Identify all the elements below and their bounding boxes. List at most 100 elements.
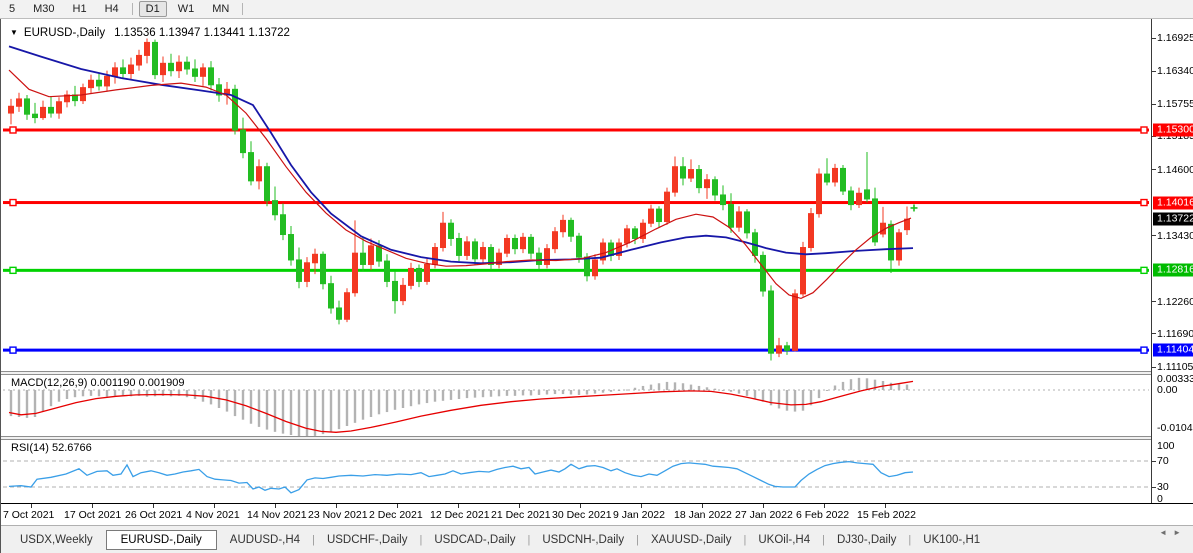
line-anchor[interactable] [10,127,16,133]
date-tick-mark [763,504,764,508]
macd-bar [346,390,348,426]
candle-body [761,255,766,291]
timeframe-button-mn[interactable]: MN [205,1,236,17]
tab-scroll-left-icon[interactable]: ◄ [1159,528,1173,537]
candle-body [809,214,814,248]
line-anchor[interactable] [10,267,16,273]
price-level-line[interactable] [3,349,1149,352]
macd-bar [322,390,324,434]
timeframe-button-w1[interactable]: W1 [171,1,202,17]
candle-body [89,80,94,87]
chart-tab-eurusd-daily[interactable]: EURUSD-,Daily [106,530,217,550]
macd-bar [538,390,540,395]
candle-body [833,168,838,182]
macd-bar [442,390,444,401]
price-level-line[interactable] [3,129,1149,132]
line-anchor[interactable] [1141,347,1147,353]
date-axis-label: 6 Feb 2022 [796,509,849,521]
macd-bar [170,390,172,396]
candle-body [49,107,54,113]
macd-bar [602,390,604,393]
chart-tab-ukoil-h4[interactable]: UKOil-,H4 [747,530,821,550]
rsi-chart[interactable] [1,440,1151,503]
macd-bar [258,390,260,427]
price-badge-1.14016: 1.14016 [1153,196,1193,209]
macd-bar [434,390,436,402]
line-anchor[interactable] [1141,200,1147,206]
macd-bar [114,390,116,396]
timeframe-button-5[interactable]: 5 [2,1,22,17]
line-anchor[interactable] [10,200,16,206]
date-tick-mark [275,504,276,508]
timeframe-button-h4[interactable]: H4 [98,1,126,17]
price-level-line[interactable] [3,269,1149,272]
chart-tab-dj30-daily[interactable]: DJ30-,Daily [826,530,907,550]
candle-body [513,238,518,248]
candle-body [433,248,438,265]
chart-tab-uk100-h1[interactable]: UK100-,H1 [912,530,991,550]
price-axis-tick: 1.12260 [1157,296,1193,308]
candle-body [17,99,22,106]
candle-body [585,257,590,276]
candle-body [473,242,478,259]
price-axis: 1.169251.163401.157551.151851.146001.134… [1151,19,1193,503]
rsi-axis-tick: 100 [1157,440,1175,452]
candle-body [673,167,678,192]
candlestick-chart[interactable] [1,22,1151,371]
chart-tab-usdcnh-daily[interactable]: USDCNH-,Daily [531,530,635,550]
macd-bar [530,390,532,395]
line-anchor[interactable] [10,347,16,353]
macd-bar [50,390,52,406]
candle-body [169,63,174,70]
candle-body [785,346,790,351]
price-level-line[interactable] [3,201,1149,204]
candle-body [569,220,574,236]
chart-dropdown-icon[interactable]: ▼ [10,28,18,37]
candle-body [313,254,318,262]
date-tick-mark [153,504,154,508]
price-badge-1.15300: 1.15300 [1153,124,1193,137]
macd-bar [522,390,524,395]
macd-bar [642,386,644,390]
rsi-line [9,462,913,493]
macd-bar [666,382,668,390]
candle-body [177,62,182,70]
date-axis-label: 30 Dec 2021 [552,509,612,521]
chart-tab-usdchf-daily[interactable]: USDCHF-,Daily [316,530,419,550]
candle-body [193,69,198,76]
date-axis-label: 17 Oct 2021 [64,509,121,521]
timeframe-button-m30[interactable]: M30 [26,1,61,17]
candle-body [649,209,654,223]
macd-bar [626,390,628,391]
rsi-axis-tick: 30 [1157,481,1169,493]
date-tick-mark [580,504,581,508]
candle-body [721,195,726,205]
date-axis-label: 14 Nov 2021 [247,509,307,521]
chart-tab-audusd-h4[interactable]: AUDUSD-,H4 [219,530,311,550]
candle-body [249,153,254,181]
chart-tab-usdx-weekly[interactable]: USDX,Weekly [9,530,104,550]
chart-title: EURUSD-,Daily [24,27,105,39]
tab-scroll-right-icon[interactable]: ► [1173,528,1187,537]
line-anchor[interactable] [1141,127,1147,133]
macd-bar [890,383,892,390]
macd-bar [466,390,468,398]
price-axis-tick: 1.16925 [1157,32,1193,44]
candle-body [841,168,846,191]
price-axis-tick: 1.16340 [1157,65,1193,77]
date-tick-mark [214,504,215,508]
timeframe-button-h1[interactable]: H1 [66,1,94,17]
chart-tab-xauusd-daily[interactable]: XAUUSD-,Daily [640,530,743,550]
chart-tab-usdcad-daily[interactable]: USDCAD-,Daily [423,530,526,550]
axis-tick-mark [1152,235,1156,236]
candle-body [321,254,326,283]
candle-body [121,68,126,74]
line-anchor[interactable] [1141,267,1147,273]
axis-tick-mark [1152,301,1156,302]
timeframe-button-d1[interactable]: D1 [139,1,167,17]
date-axis-label: 2 Dec 2021 [369,509,423,521]
candle-body [857,193,862,204]
macd-bar [730,390,732,392]
macd-bar [714,389,716,390]
macd-bar [778,390,780,408]
